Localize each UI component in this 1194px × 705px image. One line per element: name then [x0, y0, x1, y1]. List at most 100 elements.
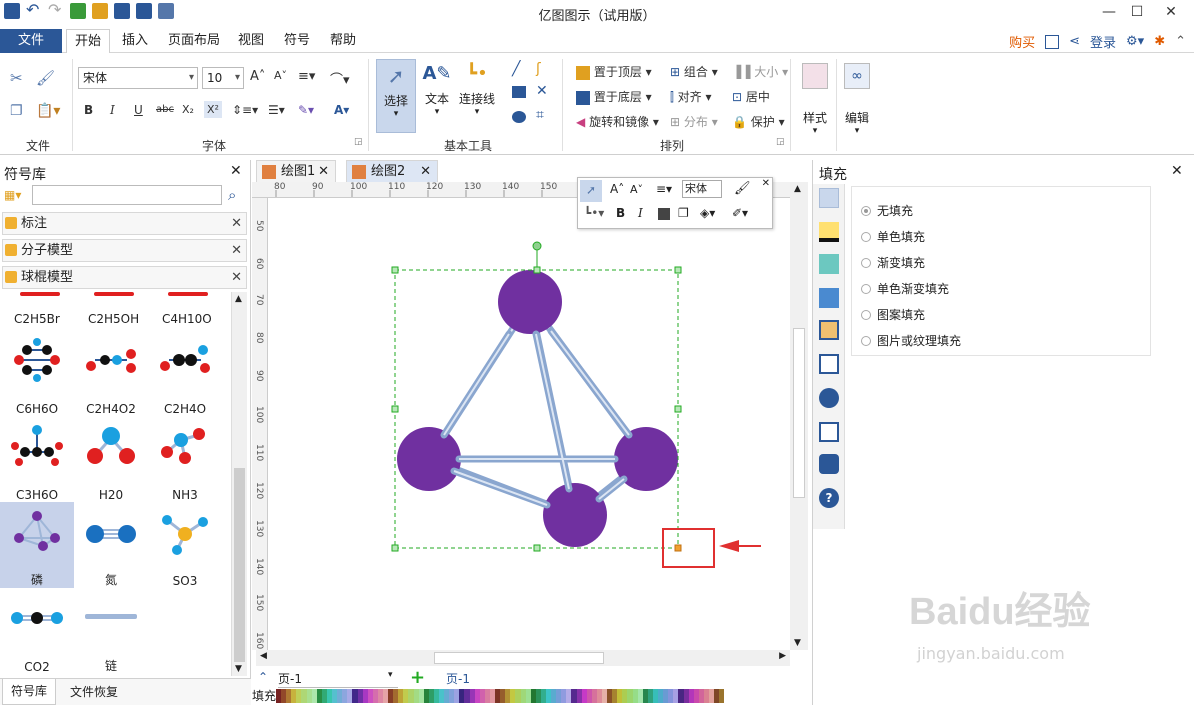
- connector-tool-button[interactable]: ┗• 连接线 ▾: [456, 59, 498, 133]
- size-button[interactable]: ▐▐ 大小 ▾: [732, 63, 788, 80]
- fill-option-solid[interactable]: 单色填充: [861, 228, 925, 245]
- radio[interactable]: [861, 284, 871, 294]
- shape-nitrogen[interactable]: 氮: [74, 502, 148, 588]
- mini-copy-icon[interactable]: ❐: [678, 206, 689, 220]
- scroll-right-icon[interactable]: ▶: [779, 651, 786, 661]
- shape-phosphorus[interactable]: 磷: [0, 502, 74, 588]
- tab-home[interactable]: 开始: [66, 29, 111, 54]
- shape-c6h6o[interactable]: C6H6O: [0, 330, 74, 416]
- cut-icon[interactable]: ✂: [10, 69, 23, 87]
- mini-fill-icon[interactable]: [658, 208, 670, 220]
- resize-handle[interactable]: [391, 544, 399, 552]
- molecule-drawing[interactable]: [269, 199, 790, 650]
- mini-line-icon[interactable]: ✐▾: [732, 206, 748, 220]
- shape-scrollbar[interactable]: ▲ ▼: [231, 292, 247, 676]
- file-menu[interactable]: 文件: [0, 29, 62, 53]
- document-tab-icon[interactable]: [819, 354, 839, 374]
- doc-tab-drawing1[interactable]: 绘图1 ✕: [256, 160, 336, 182]
- doc-tab-drawing2[interactable]: 绘图2 ✕: [346, 160, 438, 182]
- rotate-handle[interactable]: [532, 241, 542, 251]
- rectangle-tool-icon[interactable]: [512, 86, 526, 98]
- close-tab-icon[interactable]: ✕: [318, 161, 329, 183]
- scroll-thumb[interactable]: [434, 652, 604, 664]
- resize-handle[interactable]: [391, 405, 399, 413]
- radio[interactable]: [861, 258, 871, 268]
- share-icon[interactable]: ⋖: [1069, 34, 1080, 49]
- font-dialog-launcher[interactable]: ◲: [354, 137, 363, 147]
- radio[interactable]: [861, 336, 871, 346]
- scroll-up-icon[interactable]: ▲: [235, 294, 242, 304]
- scroll-thumb[interactable]: [234, 468, 245, 662]
- page-select-arrow[interactable]: ▾: [388, 670, 393, 680]
- mini-bold-button[interactable]: B: [616, 206, 625, 220]
- close-library-icon[interactable]: ✕: [231, 267, 242, 288]
- distribute-button[interactable]: ⊞ 分布 ▾: [670, 113, 718, 130]
- shape-co2[interactable]: CO2: [0, 588, 74, 674]
- radio[interactable]: [861, 310, 871, 320]
- shape-nh3[interactable]: NH3: [148, 416, 222, 502]
- library-item-ball-stick[interactable]: 球棍模型 ✕: [2, 266, 247, 289]
- scroll-down-icon[interactable]: ▼: [794, 638, 801, 648]
- resize-handle[interactable]: [533, 544, 541, 552]
- group-button[interactable]: ⊞ 组合 ▾: [670, 63, 718, 80]
- cross-tool-icon[interactable]: ✕: [536, 83, 548, 99]
- scroll-thumb[interactable]: [793, 328, 805, 498]
- scroll-up-icon[interactable]: ▲: [794, 184, 801, 194]
- ellipse-tool-icon[interactable]: [512, 111, 526, 123]
- tab-symbol[interactable]: 符号: [276, 29, 318, 53]
- fill-option-pattern[interactable]: 图案填充: [861, 306, 925, 323]
- page-tab-1[interactable]: 页-1: [446, 670, 470, 687]
- add-page-icon[interactable]: +: [410, 667, 425, 688]
- close-pane-icon[interactable]: ✕: [230, 163, 242, 179]
- resize-handle[interactable]: [674, 405, 682, 413]
- bring-to-top-button[interactable]: 置于顶层 ▾: [576, 63, 652, 80]
- mini-font-select[interactable]: 宋体: [682, 180, 722, 198]
- rotate-mirror-button[interactable]: ◀ 旋转和镜像 ▾: [576, 113, 659, 130]
- mini-pointer-icon[interactable]: ➚: [580, 180, 602, 202]
- shadow-tab-icon[interactable]: [819, 254, 839, 274]
- center-button[interactable]: ⊡ 居中: [732, 88, 770, 105]
- shape-chain[interactable]: 链: [74, 588, 148, 674]
- phosphorus-atom[interactable]: [397, 427, 461, 491]
- scroll-down-icon[interactable]: ▼: [235, 664, 242, 674]
- globe-tab-icon[interactable]: [819, 388, 839, 408]
- strikethrough-button[interactable]: abc: [156, 104, 174, 115]
- font-family-select[interactable]: 宋体: [78, 67, 198, 89]
- scroll-left-icon[interactable]: ◀: [260, 651, 267, 661]
- fill-tab-icon[interactable]: [819, 188, 839, 208]
- library-item-molecular-model[interactable]: 分子模型 ✕: [2, 239, 247, 262]
- line-tool-icon[interactable]: ╱: [512, 61, 520, 77]
- mini-brush-icon[interactable]: 🖌: [734, 181, 751, 196]
- italic-button[interactable]: I: [110, 103, 115, 117]
- canvas-horizontal-scrollbar[interactable]: ◀ ▶: [256, 650, 790, 666]
- subscript-button[interactable]: X₂: [182, 103, 194, 116]
- line-tab-icon[interactable]: [819, 222, 839, 242]
- shape-so3[interactable]: SO3: [148, 502, 222, 588]
- style-button[interactable]: 样式 ▾: [798, 61, 832, 141]
- tab-help[interactable]: 帮助: [322, 29, 364, 53]
- library-item-annotation[interactable]: 标注 ✕: [2, 212, 247, 235]
- close-tab-icon[interactable]: ✕: [420, 161, 431, 183]
- phosphorus-atom[interactable]: [498, 270, 562, 334]
- shape-c3h6o[interactable]: C3H6O: [0, 416, 74, 502]
- format-painter-icon[interactable]: 🖌: [36, 69, 55, 87]
- attachment-tab-icon[interactable]: [819, 422, 839, 442]
- bullet-list-button[interactable]: ☰▾: [268, 103, 285, 117]
- grow-font-button[interactable]: A˄: [250, 69, 265, 84]
- maximize-button[interactable]: ☐: [1126, 2, 1148, 22]
- help-tab-icon[interactable]: ?: [819, 488, 839, 508]
- page-select[interactable]: 页-1: [278, 670, 398, 688]
- tab-page-layout[interactable]: 页面布局: [160, 29, 228, 53]
- settings-icon[interactable]: ⚙▾: [1126, 34, 1144, 49]
- fill-option-texture[interactable]: 图片或纹理填充: [861, 332, 961, 349]
- close-fill-pane-icon[interactable]: ✕: [1171, 163, 1183, 179]
- arrange-dialog-launcher[interactable]: ◲: [776, 137, 785, 147]
- tab-insert[interactable]: 插入: [114, 29, 156, 53]
- copy-icon[interactable]: ❐: [10, 103, 23, 119]
- tab-view[interactable]: 视图: [230, 29, 272, 53]
- close-button[interactable]: ✕: [1160, 2, 1182, 22]
- superscript-button[interactable]: X²: [204, 101, 222, 118]
- login-link[interactable]: 登录: [1090, 32, 1116, 51]
- mini-shrink-font[interactable]: A˅: [630, 183, 643, 196]
- shape-c2h4o[interactable]: C2H4O: [148, 330, 222, 416]
